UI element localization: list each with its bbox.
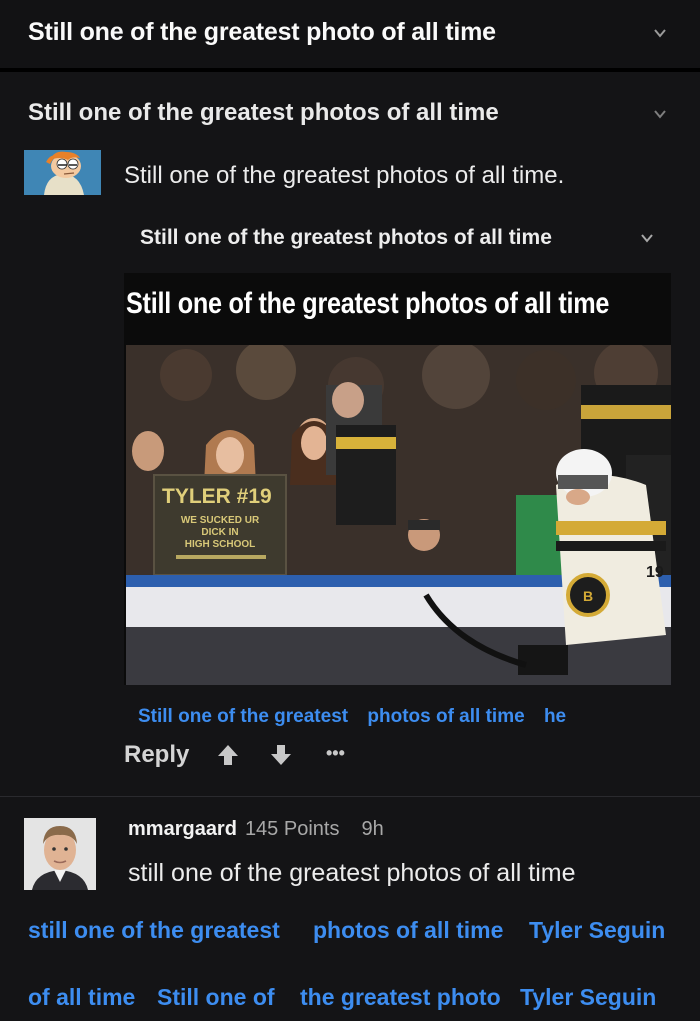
avatar[interactable] xyxy=(24,818,96,890)
tag-link[interactable]: Tyler Seguin xyxy=(529,917,665,944)
photo-caption: Still one of the greatest photos of all … xyxy=(126,287,610,320)
hockey-photo: TYLER #19 WE SUCKED UR DICK IN HIGH SCHO… xyxy=(126,340,671,685)
comment-text: still one of the greatest photos of all … xyxy=(128,859,576,887)
related-link[interactable]: Still one of the greatest xyxy=(138,706,348,727)
comment-text: Still one of the greatest photos of all … xyxy=(124,162,565,189)
header-title: Still one of the greatest photo of all t… xyxy=(28,18,496,46)
tag-link[interactable]: still one of the greatest xyxy=(28,917,280,944)
avatar[interactable] xyxy=(24,150,101,195)
tag-link[interactable]: Tyler Seguin xyxy=(520,984,656,1011)
related-link[interactable]: photos of all time xyxy=(367,706,524,727)
related-links: Still one of the greatest photos of all … xyxy=(138,706,580,728)
related-link[interactable]: he xyxy=(544,706,566,727)
chevron-down-icon[interactable] xyxy=(653,107,667,121)
comment-meta: mmargaard 145 Points 9h xyxy=(128,818,384,841)
embedded-photo[interactable]: Still one of the greatest photos of all … xyxy=(124,273,671,685)
timestamp: 9h xyxy=(361,818,384,840)
username[interactable]: mmargaard xyxy=(128,818,237,840)
chevron-down-icon[interactable] xyxy=(640,231,654,245)
tag-link[interactable]: the greatest photo xyxy=(300,984,501,1011)
jersey-number: 19 xyxy=(646,564,664,581)
sign-line-2: WE SUCKED UR xyxy=(181,515,260,526)
svg-text:B: B xyxy=(583,588,593,604)
downvote-icon[interactable] xyxy=(270,743,292,772)
more-options-button[interactable]: ••• xyxy=(326,743,345,764)
nested-post-title: Still one of the greatest photos of all … xyxy=(140,226,552,249)
tag-link[interactable]: photos of all time xyxy=(313,917,503,944)
upvote-icon[interactable] xyxy=(217,743,239,772)
points: 145 Points xyxy=(244,818,340,840)
sign-line-3: DICK IN xyxy=(201,527,238,538)
chevron-down-icon[interactable] xyxy=(653,26,667,40)
sign-line-1: TYLER #19 xyxy=(162,485,272,508)
tag-link[interactable]: of all time xyxy=(28,984,135,1011)
divider xyxy=(0,796,700,797)
tag-link[interactable]: Still one of xyxy=(157,984,275,1011)
sign-line-4: HIGH SCHOOL xyxy=(185,539,256,550)
post-title: Still one of the greatest photos of all … xyxy=(28,99,499,126)
reply-button[interactable]: Reply xyxy=(124,741,189,769)
